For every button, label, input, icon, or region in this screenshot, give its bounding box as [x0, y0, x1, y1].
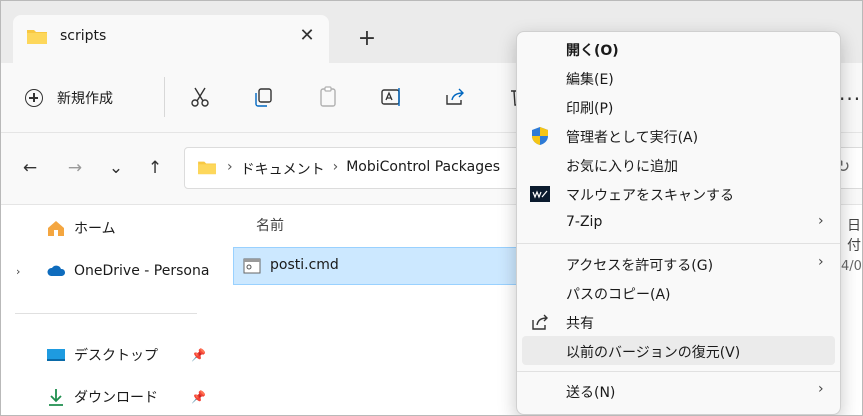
breadcrumb-separator[interactable]: ›	[227, 159, 233, 179]
close-tab-button[interactable]: ✕	[295, 24, 319, 48]
up-button[interactable]: ↑	[144, 157, 166, 179]
cut-icon[interactable]	[188, 85, 212, 109]
sidebar-item-label: デスクトップ	[74, 348, 158, 364]
breadcrumb-documents[interactable]: ドキュメント	[241, 159, 325, 179]
sidebar-item-downloads[interactable]: ダウンロード 📌	[1, 382, 213, 412]
desktop-icon	[47, 349, 65, 361]
menu-item-label: マルウェアをスキャンする	[566, 188, 734, 204]
new-button[interactable]: 新規作成	[25, 83, 113, 113]
menu-item-label: お気に入りに追加	[566, 159, 678, 175]
toolbar-separator	[164, 77, 165, 117]
share-icon	[532, 314, 548, 330]
breadcrumb: › ドキュメント › MobiControl Packages	[227, 159, 500, 179]
menu-item-label: パスのコピー(A)	[566, 287, 671, 303]
sidebar-item-desktop[interactable]: デスクトップ 📌	[1, 340, 213, 370]
sidebar-item-label: ダウンロード	[74, 390, 158, 406]
menu-separator	[517, 243, 840, 244]
copy-icon[interactable]	[251, 85, 275, 109]
more-options-button[interactable]: ...	[839, 81, 861, 105]
cmd-file-icon	[243, 258, 261, 274]
paste-icon[interactable]	[316, 85, 340, 109]
menu-item-label: 印刷(P)	[566, 101, 614, 117]
folder-icon	[27, 30, 47, 44]
home-icon	[48, 221, 64, 236]
navigation-pane: ホーム › OneDrive - Persona デスクトップ 📌 ダウンロード…	[1, 205, 213, 415]
sidebar-item-label: ホーム	[74, 221, 116, 237]
share-icon[interactable]	[443, 85, 467, 109]
menu-item-label: アクセスを許可する(G)	[566, 258, 714, 274]
recent-locations-button[interactable]: ⌄	[105, 157, 127, 179]
sidebar-item-home[interactable]: ホーム	[1, 213, 213, 243]
menu-item-print[interactable]: 印刷(P)	[522, 92, 835, 121]
sidebar-item-label: OneDrive - Persona	[74, 263, 210, 279]
menu-item-add-favorites[interactable]: お気に入りに追加	[522, 150, 835, 179]
menu-separator	[517, 371, 840, 372]
expand-chevron-icon[interactable]: ›	[16, 265, 20, 278]
menu-item-open[interactable]: 開く(O)	[522, 34, 835, 63]
back-button[interactable]: ←	[19, 157, 41, 179]
submenu-arrow-icon: ›	[818, 381, 824, 397]
menu-item-label: 共有	[566, 316, 594, 332]
folder-icon	[198, 161, 216, 175]
menu-item-restore-previous-versions[interactable]: 以前のバージョンの復元(V)	[522, 336, 835, 365]
menu-item-copy-path[interactable]: パスのコピー(A)	[522, 278, 835, 307]
column-header-name[interactable]: 名前	[256, 215, 284, 235]
menu-item-7zip[interactable]: 7-Zip ›	[522, 208, 835, 237]
column-header-date[interactable]: 日付	[847, 215, 862, 255]
sidebar-divider	[15, 313, 197, 314]
sidebar-item-onedrive[interactable]: › OneDrive - Persona	[1, 256, 213, 286]
menu-item-label: 送る(N)	[566, 385, 616, 401]
submenu-arrow-icon: ›	[818, 254, 824, 270]
menu-item-scan-malware[interactable]: マルウェアをスキャンする	[522, 179, 835, 208]
tab-title: scripts	[60, 28, 107, 44]
menu-item-run-as-admin[interactable]: 管理者として実行(A)	[522, 121, 835, 150]
antivirus-icon	[530, 186, 550, 202]
file-name: posti.cmd	[270, 257, 339, 273]
forward-button[interactable]: →	[64, 157, 86, 179]
submenu-arrow-icon: ›	[818, 213, 824, 229]
menu-item-send-to[interactable]: 送る(N) ›	[522, 376, 835, 405]
pin-icon: 📌	[191, 348, 206, 362]
menu-item-label: 編集(E)	[566, 72, 614, 88]
menu-item-edit[interactable]: 編集(E)	[522, 63, 835, 92]
menu-item-share[interactable]: 共有	[522, 307, 835, 336]
menu-item-label: 開く(O)	[566, 43, 619, 59]
file-row-selected[interactable]: posti.cmd	[233, 247, 533, 285]
file-date: 4/0:	[841, 259, 862, 274]
breadcrumb-separator[interactable]: ›	[333, 159, 339, 179]
new-button-label: 新規作成	[57, 91, 113, 107]
new-tab-button[interactable]: +	[353, 27, 381, 55]
menu-item-label: 管理者として実行(A)	[566, 130, 699, 146]
cloud-icon	[47, 265, 66, 276]
pin-icon: 📌	[191, 390, 206, 404]
tab-scripts[interactable]: scripts ✕	[13, 15, 329, 63]
context-menu: 開く(O) 編集(E) 印刷(P) 管理者として実行(A) お気に入りに追加 マ…	[516, 31, 841, 415]
file-explorer-window: scripts ✕ + 新規作成 ... ← → ⌄ ↑ › ドキュメント › …	[0, 0, 863, 416]
plus-circle-icon	[25, 89, 43, 107]
menu-item-grant-access[interactable]: アクセスを許可する(G) ›	[522, 249, 835, 278]
uac-shield-icon	[532, 127, 548, 145]
menu-item-label: 以前のバージョンの復元(V)	[566, 345, 741, 361]
rename-icon[interactable]	[380, 85, 404, 109]
breadcrumb-mobicontrol-packages[interactable]: MobiControl Packages	[346, 159, 500, 179]
menu-item-label: 7-Zip	[566, 214, 603, 230]
download-icon	[49, 389, 63, 406]
